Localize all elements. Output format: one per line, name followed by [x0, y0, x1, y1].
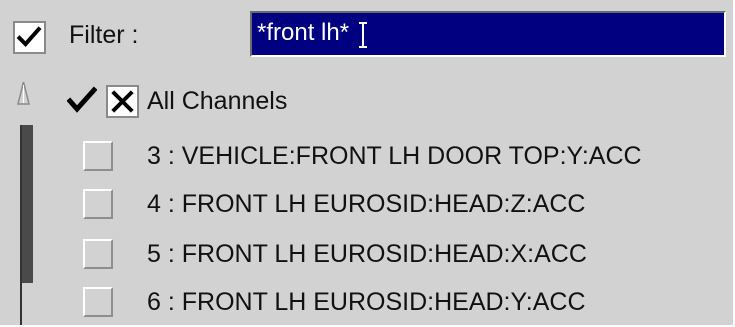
deselect-all-button[interactable]: [106, 85, 139, 118]
x-icon: [111, 90, 134, 113]
select-all-button[interactable]: [67, 86, 97, 116]
scroll-up-arrow-icon[interactable]: [16, 81, 31, 105]
channel-checkbox[interactable]: [83, 141, 113, 171]
filter-input[interactable]: *front lh*: [250, 11, 726, 57]
channel-checkbox[interactable]: [83, 287, 113, 317]
channel-checkbox[interactable]: [83, 189, 113, 219]
channel-label: 5 : FRONT LH EUROSID:HEAD:X:ACC: [147, 240, 587, 268]
text-cursor-icon: [359, 22, 367, 48]
filter-input-value: *front lh*: [257, 19, 350, 46]
check-icon: [67, 86, 97, 113]
channel-label: 3 : VEHICLE:FRONT LH DOOR TOP:Y:ACC: [147, 142, 642, 170]
filter-checkbox[interactable]: [13, 21, 46, 54]
all-channels-label: All Channels: [147, 87, 288, 115]
channel-label: 6 : FRONT LH EUROSID:HEAD:Y:ACC: [147, 288, 586, 316]
channel-filter-panel: Filter : *front lh* All Channels 3 : VEH…: [0, 0, 735, 327]
scrollbar-thumb[interactable]: [22, 125, 33, 283]
check-icon: [16, 26, 42, 47]
filter-label: Filter :: [69, 21, 139, 49]
channel-label: 4 : FRONT LH EUROSID:HEAD:Z:ACC: [147, 190, 586, 218]
channel-checkbox[interactable]: [83, 239, 113, 269]
